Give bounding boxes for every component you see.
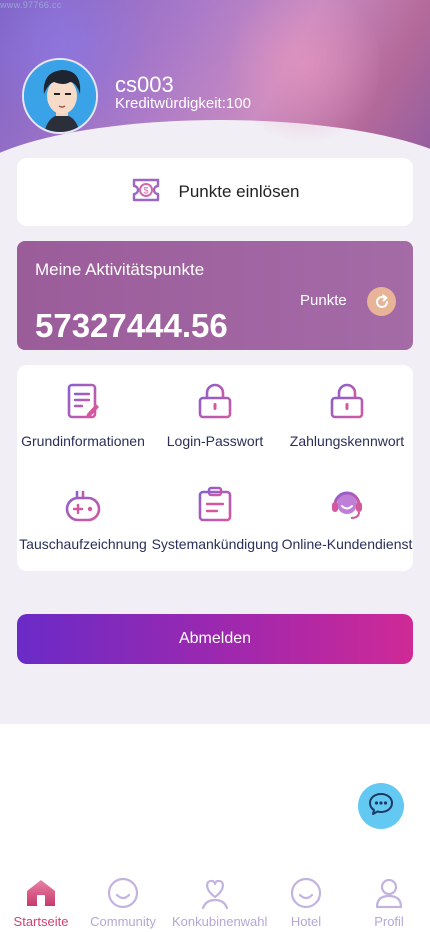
tab-home[interactable]: Startseite bbox=[0, 876, 84, 929]
tab-label: Startseite bbox=[13, 914, 69, 929]
menu-item-exchange-records[interactable]: Tauschaufzeichnung bbox=[17, 474, 149, 564]
ticket-icon: $ bbox=[131, 176, 161, 209]
tab-label: Profil bbox=[374, 914, 404, 929]
tab-hotel[interactable]: Hotel bbox=[263, 876, 349, 929]
chat-bubble-icon bbox=[368, 792, 394, 821]
lock-icon bbox=[327, 381, 367, 421]
tab-label: Hotel bbox=[290, 914, 322, 929]
tab-label: Konkubinenwahl bbox=[172, 914, 268, 929]
menu-item-basic-info[interactable]: Grundinformationen bbox=[17, 371, 149, 461]
menu-item-label: Zahlungskennwort bbox=[289, 433, 405, 449]
smile-icon bbox=[289, 876, 323, 910]
smile-icon bbox=[106, 876, 140, 910]
headset-icon bbox=[327, 484, 367, 524]
points-title: Meine Aktivitätspunkte bbox=[35, 260, 205, 279]
heart-person-icon bbox=[198, 876, 232, 910]
clipboard-icon bbox=[195, 484, 235, 524]
menu-grid: Grundinformationen Login-Passwort Zahlun… bbox=[17, 365, 413, 571]
redeem-label: Punkte einlösen bbox=[178, 182, 300, 201]
user-icon bbox=[372, 876, 406, 910]
tab-profile[interactable]: Profil bbox=[346, 876, 430, 929]
lock-icon bbox=[195, 381, 235, 421]
chat-button[interactable] bbox=[358, 783, 404, 829]
credit-score: Kreditwürdigkeit:100 bbox=[115, 95, 251, 112]
menu-item-label: Systemankündigung bbox=[151, 536, 279, 552]
avatar[interactable] bbox=[22, 58, 98, 134]
activity-points-card: Meine Aktivitätspunkte 57327444.56 Punkt… bbox=[17, 241, 413, 350]
points-unit-label: Punkte bbox=[300, 292, 347, 309]
refresh-icon[interactable] bbox=[367, 287, 396, 316]
gamepad-icon bbox=[63, 484, 103, 524]
tab-label: Community bbox=[90, 914, 156, 929]
tab-community[interactable]: Community bbox=[80, 876, 166, 929]
watermark: www.97766.cc bbox=[0, 0, 62, 10]
logout-button[interactable]: Abmelden bbox=[17, 614, 413, 664]
home-icon bbox=[24, 876, 58, 910]
points-value: 57327444.56 bbox=[35, 307, 228, 344]
menu-item-payment-password[interactable]: Zahlungskennwort bbox=[281, 371, 413, 461]
menu-item-online-support[interactable]: Online-Kundendienst bbox=[281, 474, 413, 564]
menu-item-label: Grundinformationen bbox=[21, 433, 145, 449]
menu-item-login-password[interactable]: Login-Passwort bbox=[149, 371, 281, 461]
svg-text:$: $ bbox=[143, 185, 148, 195]
menu-item-label: Login-Passwort bbox=[166, 433, 264, 449]
menu-item-label: Tauschaufzeichnung bbox=[19, 536, 147, 552]
tab-companion-choice[interactable]: Konkubinenwahl bbox=[172, 876, 268, 929]
menu-item-label: Online-Kundendienst bbox=[281, 536, 413, 552]
bottom-tab-bar: Startseite Community Konkubinenwahl Hote… bbox=[0, 870, 430, 932]
redeem-points-button[interactable]: $ Punkte einlösen bbox=[17, 158, 413, 226]
menu-item-system-announcement[interactable]: Systemankündigung bbox=[149, 474, 281, 564]
document-edit-icon bbox=[63, 381, 103, 421]
